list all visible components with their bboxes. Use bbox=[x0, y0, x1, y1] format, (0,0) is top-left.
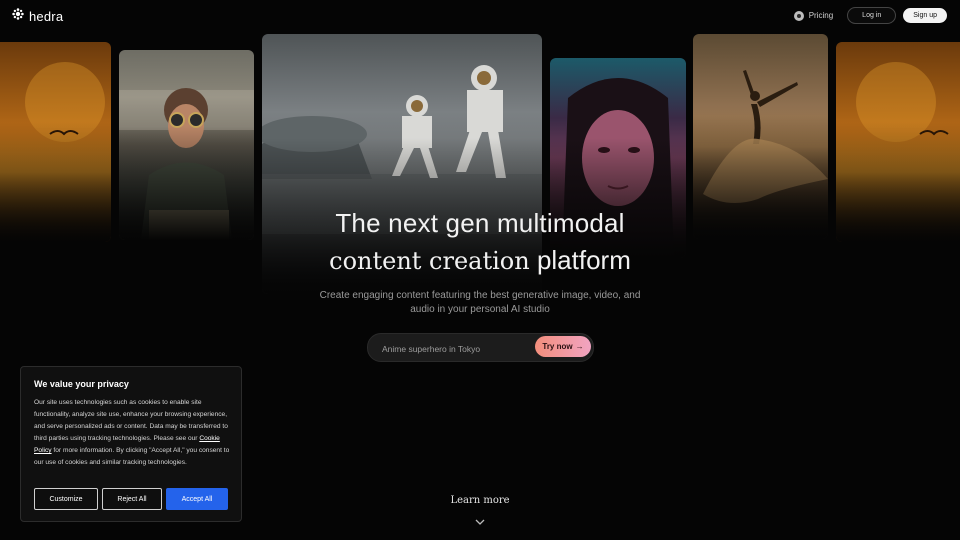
cookie-consent-banner: We value your privacy Our site uses tech… bbox=[20, 366, 242, 522]
try-now-label: Try now bbox=[542, 342, 573, 351]
cookie-actions: Customize Reject All Accept All bbox=[34, 488, 228, 510]
prompt-bar: Try now → bbox=[367, 333, 594, 363]
hero-subtitle-line1: Create engaging content featuring the be… bbox=[319, 290, 641, 301]
cookie-body-text-end: for more information. By clicking "Accep… bbox=[34, 447, 230, 466]
chevron-down-icon[interactable] bbox=[474, 513, 486, 531]
pricing-label: Pricing bbox=[808, 11, 834, 20]
cookie-title: We value your privacy bbox=[34, 379, 129, 389]
signup-button[interactable]: Sign up bbox=[903, 8, 947, 23]
reject-all-button[interactable]: Reject All bbox=[102, 488, 162, 510]
top-nav: hedra Pricing Log in Sign up bbox=[0, 0, 960, 30]
logo-text: hedra bbox=[29, 8, 64, 24]
prompt-input[interactable] bbox=[380, 334, 524, 363]
hero-subtitle-line2: audio in your personal AI studio bbox=[410, 304, 550, 315]
customize-button[interactable]: Customize bbox=[34, 488, 98, 510]
pricing-link[interactable]: Pricing bbox=[793, 10, 834, 21]
accept-all-button[interactable]: Accept All bbox=[166, 488, 228, 510]
arrow-right-icon: → bbox=[575, 342, 584, 351]
hedra-logo-icon bbox=[12, 7, 24, 25]
nav-actions: Pricing Log in Sign up bbox=[793, 7, 947, 24]
cookie-body: Our site uses technologies such as cooki… bbox=[34, 397, 230, 469]
login-button[interactable]: Log in bbox=[847, 7, 897, 24]
hero-subtitle: Create engaging content featuring the be… bbox=[300, 289, 660, 317]
hero-title-line1: The next gen multimodal bbox=[335, 208, 625, 238]
pricing-icon bbox=[793, 10, 804, 21]
logo[interactable]: hedra bbox=[12, 7, 63, 25]
hero-title: The next gen multimodal content creation… bbox=[0, 208, 960, 276]
hero-title-line2: content creation platform bbox=[0, 245, 960, 276]
hero-title-sans: platform bbox=[536, 245, 631, 275]
hero-title-serif: content creation bbox=[329, 247, 530, 275]
try-now-button[interactable]: Try now → bbox=[535, 336, 591, 357]
